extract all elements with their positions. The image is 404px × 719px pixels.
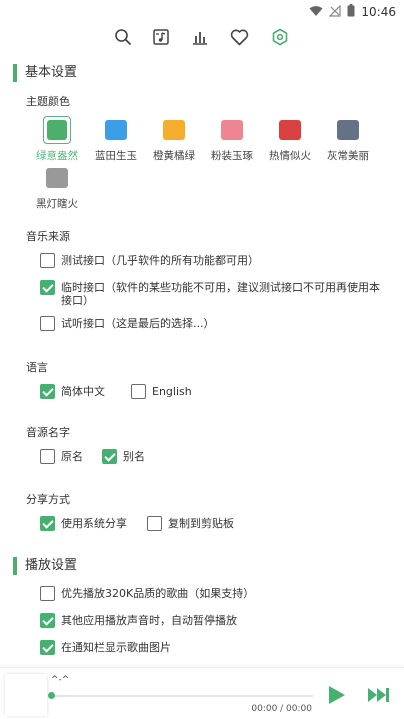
checkbox[interactable] — [40, 613, 55, 628]
language-zh-option[interactable]: 简体中文 — [40, 384, 105, 399]
checkbox[interactable] — [102, 449, 117, 464]
music-list-icon[interactable] — [150, 26, 172, 48]
source-test-option[interactable]: 测试接口（几乎软件的所有功能都可用） — [40, 253, 380, 268]
checkbox[interactable] — [40, 449, 55, 464]
wifi-icon — [309, 2, 323, 21]
checkbox[interactable] — [40, 280, 55, 295]
playback-notification-image-option[interactable]: 在通知栏显示歌曲图片 — [40, 640, 171, 655]
share-clipboard-option[interactable]: 复制到剪贴板 — [147, 516, 234, 531]
source-name-alias-option[interactable]: 别名 — [102, 449, 145, 464]
theme-swatch-pink[interactable]: 粉装玉琢 — [203, 120, 261, 163]
checkbox[interactable] — [40, 253, 55, 268]
language-label: 语言 — [26, 361, 48, 374]
battery-icon — [347, 2, 355, 21]
progress-bar[interactable] — [51, 695, 313, 697]
basic-settings-title: 基本设置 — [13, 64, 77, 82]
language-en-option[interactable]: English — [131, 384, 192, 399]
theme-swatch-orange[interactable]: 橙黄橘绿 — [145, 120, 203, 163]
album-cover[interactable] — [5, 674, 47, 716]
share-label: 分享方式 — [26, 493, 70, 506]
playback-auto-pause-option[interactable]: 其他应用播放声音时，自动暂停播放 — [40, 613, 237, 628]
checkbox[interactable] — [40, 516, 55, 531]
player-bar: ^-^ 00:00 / 00:00 — [0, 667, 404, 719]
source-name-label: 音源名字 — [26, 426, 70, 439]
progress-handle[interactable] — [48, 692, 55, 699]
source-name-original-option[interactable]: 原名 — [40, 449, 83, 464]
theme-swatch-green[interactable]: 绿意盎然 — [28, 116, 86, 163]
song-title: ^-^ — [51, 675, 70, 685]
theme-swatch-red[interactable]: 热情似火 — [261, 120, 319, 163]
settings-icon[interactable] — [269, 26, 291, 48]
checkbox[interactable] — [147, 516, 162, 531]
checkbox[interactable] — [131, 384, 146, 399]
source-preview-option[interactable]: 试听接口（这是最后的选择...） — [40, 316, 380, 331]
chart-icon[interactable] — [189, 26, 211, 48]
source-label: 音乐来源 — [26, 230, 70, 243]
search-icon[interactable] — [112, 26, 134, 48]
top-nav — [0, 22, 404, 52]
checkbox[interactable] — [40, 384, 55, 399]
source-temp-option[interactable]: 临时接口（软件的某些功能不可用，建议测试接口不可用再使用本接口） — [40, 280, 380, 307]
no-signal-icon — [328, 2, 342, 21]
theme-swatch-black[interactable]: 黑灯瞎火 — [28, 168, 86, 211]
status-bar: 10:46 — [0, 0, 404, 22]
play-time: 00:00 / 00:00 — [251, 704, 312, 714]
heart-icon[interactable] — [228, 26, 250, 48]
theme-swatch-gray[interactable]: 灰常美丽 — [319, 120, 377, 163]
theme-label: 主题颜色 — [26, 95, 70, 108]
status-time: 10:46 — [361, 4, 396, 19]
share-system-option[interactable]: 使用系统分享 — [40, 516, 127, 531]
next-button[interactable] — [366, 684, 392, 706]
theme-swatch-blue[interactable]: 蓝田生玉 — [87, 120, 145, 163]
checkbox[interactable] — [40, 640, 55, 655]
playback-settings-title: 播放设置 — [13, 557, 77, 575]
play-button[interactable] — [325, 684, 347, 706]
playback-320k-option[interactable]: 优先播放320K品质的歌曲（如果支持） — [40, 586, 254, 601]
checkbox[interactable] — [40, 316, 55, 331]
checkbox[interactable] — [40, 586, 55, 601]
